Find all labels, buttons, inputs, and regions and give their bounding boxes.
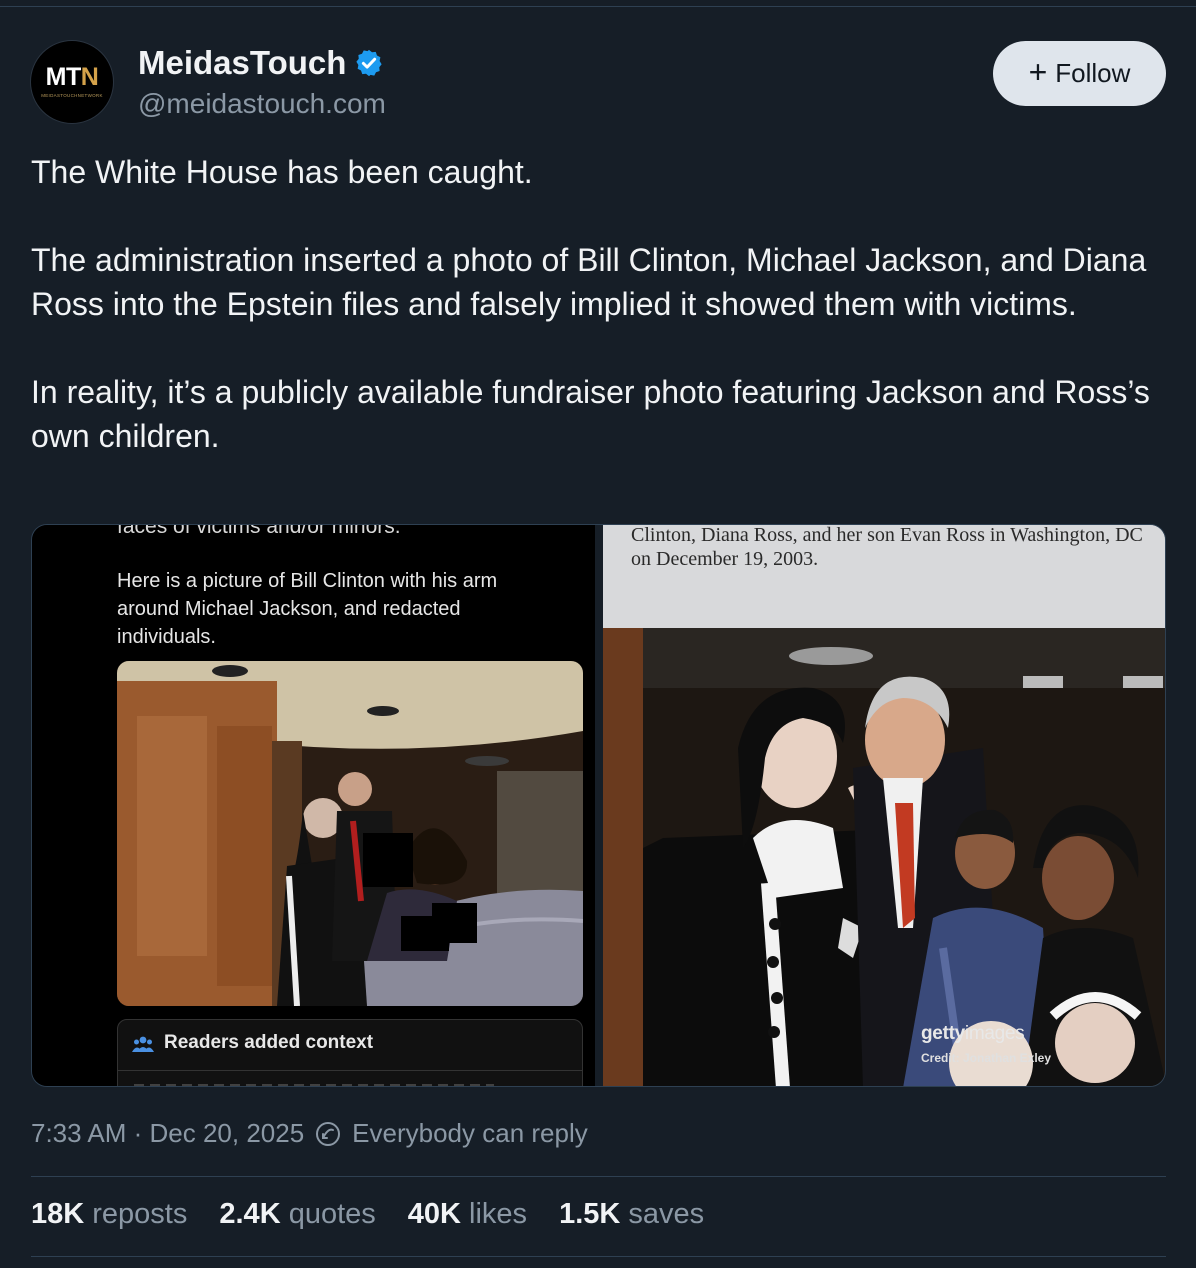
post-meta: 7:33 AM · Dec 20, 2025 Everybody can rep… [31,1118,588,1149]
getty-photo [603,628,1165,1086]
cropped-text: faces of victims and/or minors. [117,525,401,538]
display-name-text: MeidasTouch [138,44,347,81]
post-text: The White House has been caught. The adm… [31,150,1171,458]
media-image-left[interactable]: faces of victims and/or minors. Here is … [32,525,595,1086]
engagement-stats: 18K reposts 2.4K quotes 40K likes 1.5K s… [31,1198,704,1231]
stat-label: reposts [92,1198,188,1230]
stats-divider-bottom [31,1256,1166,1257]
post-paragraph: The White House has been caught. [31,154,533,190]
avatar-subtext: MEIDASTOUCHNETWORK [41,93,103,99]
context-divider [118,1070,582,1071]
reply-settings-icon [316,1121,341,1146]
context-cropped-text [134,1084,494,1086]
right-image-caption: Clinton, Diana Ross, and her son Evan Ro… [631,525,1143,570]
post-paragraph: The administration inserted a photo of B… [31,242,1147,322]
media-image-right[interactable]: Clinton, Diana Ross, and her son Evan Ro… [603,525,1165,1086]
stat-value: 1.5K [559,1198,621,1230]
left-image-caption: Here is a picture of Bill Clinton with h… [117,570,498,648]
verified-badge-icon [356,49,383,77]
stat-label: saves [628,1198,705,1230]
getty-photo-illustration [603,628,1165,1086]
stat-label: likes [469,1198,528,1230]
stat-likes[interactable]: 40K likes [408,1198,527,1231]
readers-context-label: Readers added context [164,1032,374,1053]
stats-divider-top [31,1176,1166,1177]
people-icon [132,1036,154,1052]
stat-reposts[interactable]: 18K reposts [31,1198,187,1231]
post-paragraph: In reality, it’s a publicly available fu… [31,374,1150,454]
embedded-photo-illustration [117,661,583,1006]
top-divider [0,6,1196,7]
reply-setting[interactable]: Everybody can reply [352,1118,588,1149]
plus-icon: + [1028,54,1048,90]
stat-label: quotes [288,1198,376,1230]
avatar[interactable]: MTN MEIDASTOUCHNETWORK [30,40,114,124]
getty-watermark: gettyimages [921,1023,1025,1045]
stat-value: 18K [31,1198,85,1230]
follow-label: Follow [1055,58,1131,88]
post-timestamp[interactable]: 7:33 AM · Dec 20, 2025 [31,1118,304,1149]
avatar-logo: MTN [45,63,99,92]
stat-value: 40K [407,1198,461,1230]
readers-context-box[interactable]: Readers added context [117,1019,583,1086]
stat-saves[interactable]: 1.5K saves [559,1198,704,1231]
media-attachments: faces of victims and/or minors. Here is … [31,524,1166,1087]
stat-quotes[interactable]: 2.4K quotes [219,1198,375,1231]
author-display-name[interactable]: MeidasTouch [138,44,384,82]
getty-watermark-light: images [964,1023,1025,1044]
stat-value: 2.4K [219,1198,281,1230]
photo-credit: Credit: Jonathan Exley [921,1051,1052,1065]
getty-watermark-bold: getty [921,1023,965,1044]
author-handle[interactable]: @meidastouch.com [138,88,386,120]
follow-button[interactable]: + Follow [993,41,1166,106]
embedded-photo [117,661,583,1006]
